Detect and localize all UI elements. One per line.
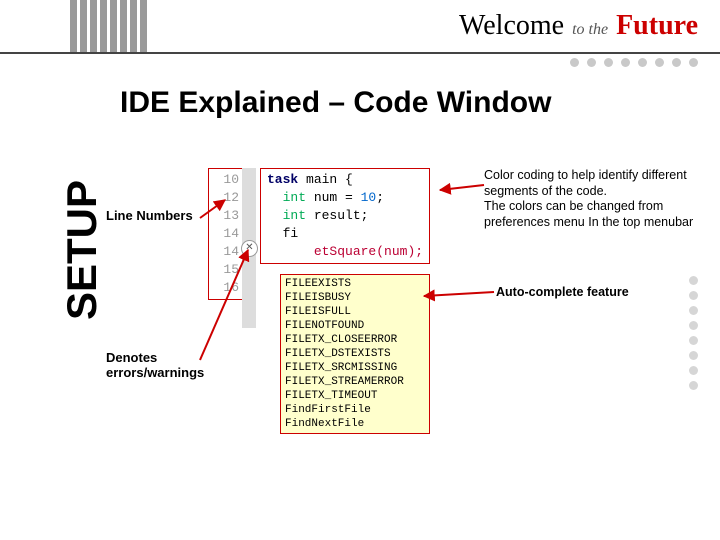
label-line-numbers: Line Numbers — [106, 208, 193, 223]
code-call: etSquare(num); — [314, 244, 423, 259]
autocomplete-item: FILETX_TIMEOUT — [285, 389, 425, 403]
code-text — [283, 244, 314, 259]
slide-title: IDE Explained – Code Window — [120, 86, 551, 120]
line-number: 15 — [211, 261, 239, 279]
line-number: 13 — [211, 207, 239, 225]
autocomplete-item: FindNextFile — [285, 417, 425, 431]
header-stripes — [70, 0, 147, 52]
autocomplete-item: FILEISBUSY — [285, 291, 425, 305]
code-text: result; — [306, 208, 368, 223]
section-label-setup: SETUP — [58, 180, 106, 320]
label-errors: Denotes errors/warnings — [106, 350, 204, 380]
autocomplete-item: FILEEXISTS — [285, 277, 425, 291]
line-number: 10 — [211, 171, 239, 189]
autocomplete-item: FindFirstFile — [285, 403, 425, 417]
code-text: fi — [283, 226, 299, 241]
line-number: 16 — [211, 279, 239, 297]
logo-welcome: Welcome — [459, 10, 564, 42]
code-window: 10 12 13 14 14 15 16 ✕ task main { int n… — [208, 168, 468, 378]
line-number-gutter: 10 12 13 14 14 15 16 — [208, 168, 244, 300]
error-badge-icon: ✕ — [241, 240, 258, 257]
code-keyword: task — [267, 172, 298, 187]
code-text: main { — [298, 172, 353, 187]
logo-tothe: to the — [572, 21, 608, 39]
brand-logo: Welcome to the Future — [459, 10, 698, 42]
code-type: int — [283, 190, 306, 205]
code-editor: task main { int num = 10; int result; fi… — [260, 168, 430, 264]
autocomplete-item: FILETX_DSTEXISTS — [285, 347, 425, 361]
autocomplete-item: FILETX_CLOSEERROR — [285, 333, 425, 347]
code-text: num = — [306, 190, 361, 205]
footer-dots — [689, 276, 698, 390]
autocomplete-item: FILENOTFOUND — [285, 319, 425, 333]
autocomplete-item: FILETX_STREAMERROR — [285, 375, 425, 389]
annotation-color-coding: Color coding to help identify different … — [484, 168, 704, 231]
code-literal: 10 — [361, 190, 377, 205]
line-number: 14 — [211, 243, 239, 261]
line-number: 14 — [211, 225, 239, 243]
annotation-autocomplete: Auto-complete feature — [496, 285, 629, 301]
autocomplete-item: FILETX_SRCMISSING — [285, 361, 425, 375]
autocomplete-popup: FILEEXISTS FILEISBUSY FILEISFULL FILENOT… — [280, 274, 430, 434]
logo-future: Future — [616, 10, 698, 42]
autocomplete-item: FILEISFULL — [285, 305, 425, 319]
line-number: 12 — [211, 189, 239, 207]
slide-header: Welcome to the Future — [0, 0, 720, 78]
header-divider — [0, 52, 720, 54]
header-dots — [570, 58, 698, 67]
code-type: int — [283, 208, 306, 223]
code-text: ; — [376, 190, 384, 205]
